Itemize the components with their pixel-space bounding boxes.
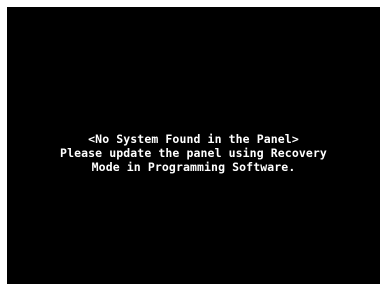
message-line-1: <No System Found in the Panel>: [88, 132, 299, 146]
message-line-2: Please update the panel using Recovery: [60, 146, 327, 160]
error-message: <No System Found in the Panel> Please up…: [7, 132, 380, 174]
message-line-3: Mode in Programming Software.: [91, 160, 296, 174]
panel-screen: <No System Found in the Panel> Please up…: [7, 7, 380, 284]
